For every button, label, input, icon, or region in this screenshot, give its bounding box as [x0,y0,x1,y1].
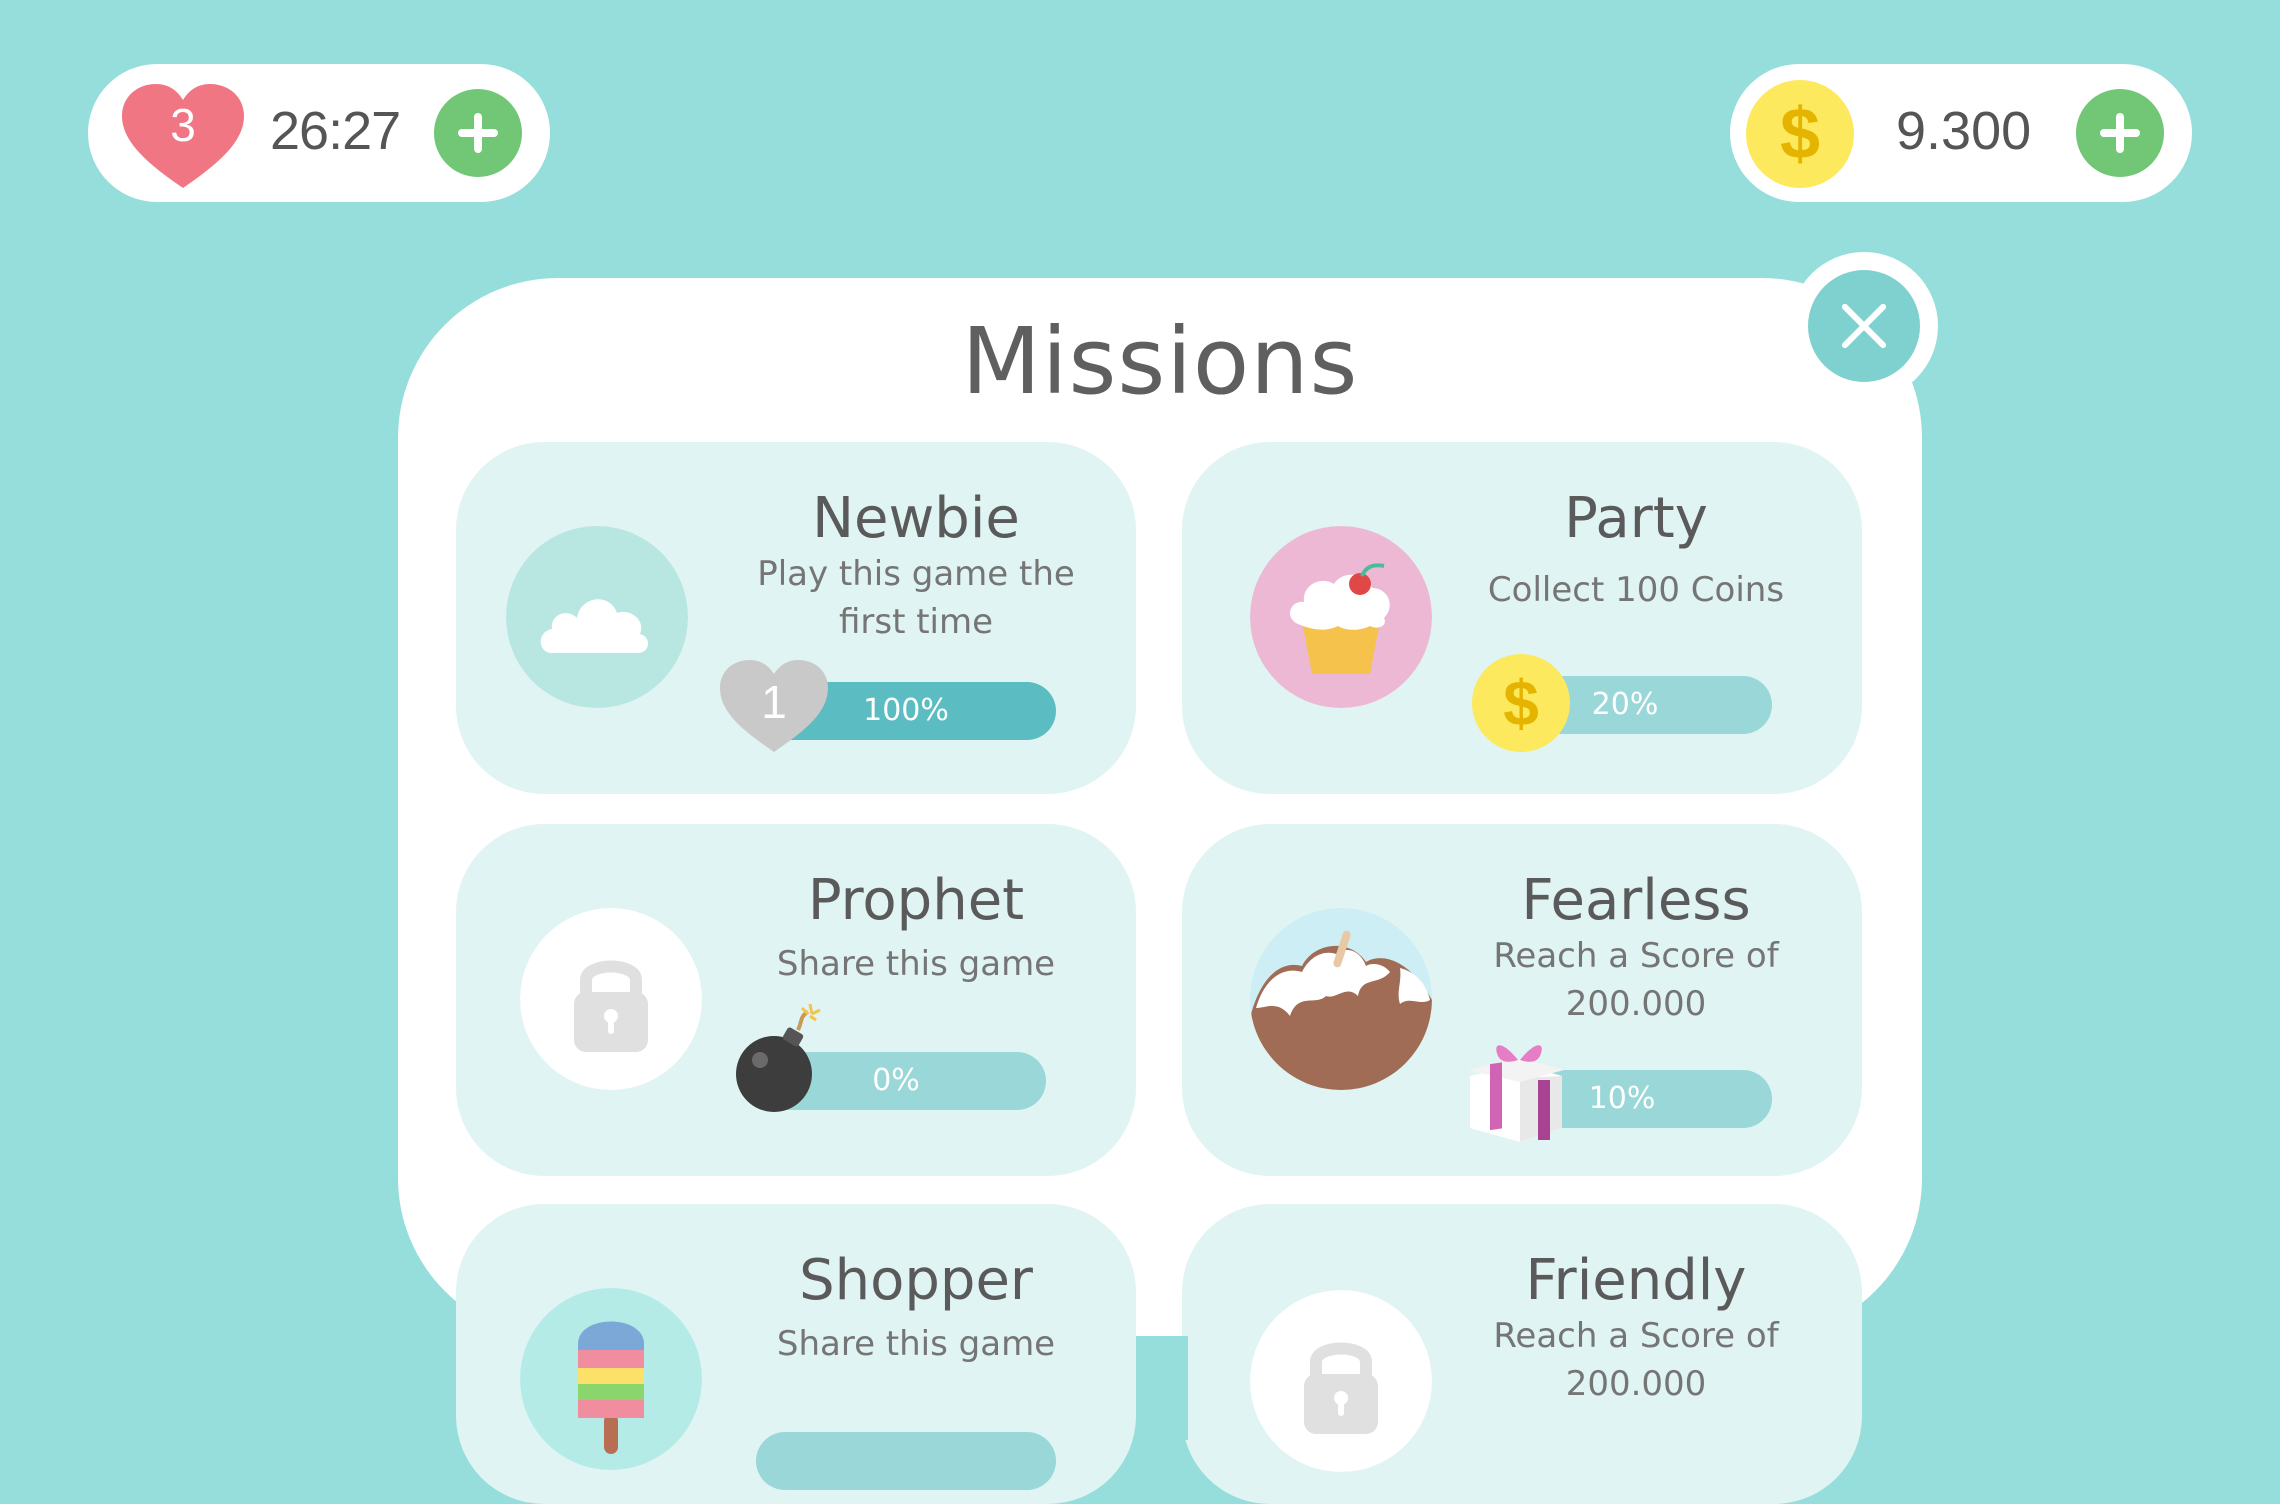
mission-card-newbie[interactable]: Newbie Play this game the first time 100… [456,442,1136,794]
mission-title: Friendly [1525,1248,1747,1313]
mission-title: Shopper [799,1248,1033,1313]
mission-description: Play this game the first time [757,554,1075,642]
lives-panel: 3 26:27 [88,64,550,202]
missions-panel: Missions [398,278,1922,1338]
background-strip [1136,1336,1188,1440]
coin-count: 9.300 [1896,101,2032,161]
popsicle-badge-icon [520,1288,702,1470]
mission-description: Reach a Score of 200.000 [1493,1316,1779,1404]
panel-title: Missions [961,308,1359,415]
lives-timer: 26:27 [270,101,401,161]
mission-description: Share this game [776,1324,1056,1364]
lives-count: 3 [170,99,196,151]
mountain-badge-icon [1250,908,1432,1090]
mission-card-fearless[interactable]: Fearless Reach a Score of 200.000 10% [1182,824,1862,1176]
mission-description: Share this game [776,944,1056,984]
cupcake-badge-icon [1250,526,1432,708]
mission-card-shopper[interactable]: Shopper Share this game [456,1204,1136,1504]
mission-progress-bar [756,1432,1056,1490]
heart-reward-icon: 1 [718,658,830,754]
mission-card-prophet[interactable]: Prophet Share this game 0% [456,824,1136,1176]
gift-reward-icon [1462,1030,1570,1146]
mission-title: Newbie [812,486,1020,551]
close-button-ring [1790,252,1938,400]
bomb-reward-icon [732,1004,828,1114]
lock-badge-icon [1250,1290,1432,1472]
close-button[interactable] [1808,270,1920,382]
mission-title: Party [1564,486,1708,551]
mission-card-friendly[interactable]: Friendly Reach a Score of 200.000 [1182,1204,1862,1504]
add-lives-button[interactable] [434,89,522,177]
lock-badge-icon [520,908,702,1090]
reward-count: 1 [761,676,787,728]
mission-description: Collect 100 Coins [1487,570,1785,610]
heart-icon: 3 [120,82,246,192]
cloud-badge-icon [506,526,688,708]
mission-title: Prophet [807,868,1025,933]
coins-panel: $ 9.300 [1730,64,2192,202]
coin-icon: $ [1746,80,1854,188]
add-coins-button[interactable] [2076,89,2164,177]
mission-title: Fearless [1521,868,1751,933]
coin-reward-icon: $ [1472,654,1570,752]
mission-card-party[interactable]: Party Collect 100 Coins 20% $ [1182,442,1862,794]
mission-description: Reach a Score of 200.000 [1493,936,1779,1024]
